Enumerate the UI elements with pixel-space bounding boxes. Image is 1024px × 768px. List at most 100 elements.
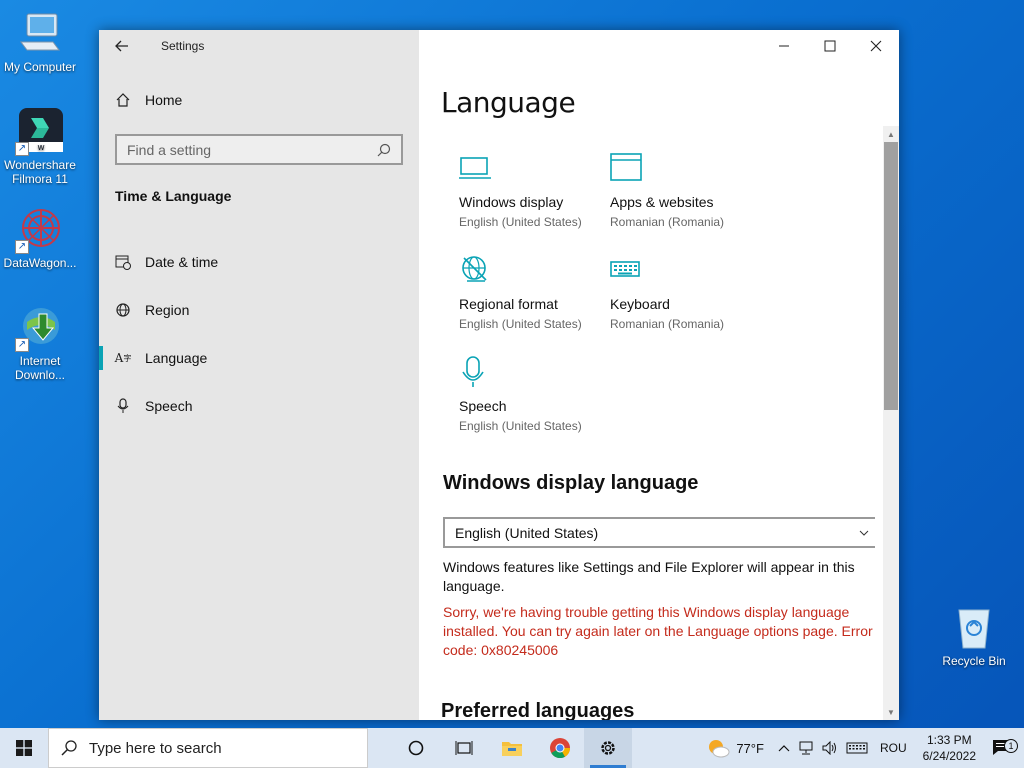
sidebar-item-language[interactable]: A字 Language <box>99 334 419 382</box>
sidebar-item-label: Region <box>145 302 190 318</box>
start-button[interactable] <box>0 728 48 768</box>
regional-format-icon <box>459 254 491 286</box>
shortcut-arrow-icon: ↗ <box>15 240 29 254</box>
tile-subtitle: English (United States) <box>459 419 582 433</box>
tile-keyboard[interactable]: Keyboard Romanian (Romania) <box>590 250 741 352</box>
desktop-icon-label: My Computer <box>3 60 77 74</box>
settings-sidebar: Settings Home Find a setting Time & Lang… <box>99 30 419 720</box>
chevron-up-icon <box>778 745 790 752</box>
desktop-icon-internet-download-manager[interactable]: ↗ Internet Downlo... <box>0 304 80 382</box>
display-language-heading: Windows display language <box>443 472 699 494</box>
tile-name: Apps & websites <box>610 194 714 210</box>
tile-speech[interactable]: Speech English (United States) <box>439 352 590 454</box>
sidebar-item-speech[interactable]: Speech <box>99 382 419 430</box>
taskbar-search-input[interactable]: Type here to search <box>48 728 368 768</box>
search-icon <box>61 740 77 756</box>
title-bar: Settings <box>99 30 419 62</box>
desktop-icon-datawagon[interactable]: ↗ DataWagon... <box>0 206 80 270</box>
chevron-down-icon <box>859 530 869 536</box>
sidebar-item-label: Language <box>145 350 208 366</box>
folder-icon <box>502 742 522 756</box>
task-view-button[interactable] <box>440 728 488 768</box>
notification-count-badge: 1 <box>1004 739 1018 753</box>
chrome-icon <box>550 738 571 759</box>
display-language-select[interactable]: English (United States) <box>443 517 875 548</box>
svg-text:w: w <box>37 143 44 153</box>
sidebar-item-label: Speech <box>145 398 193 414</box>
settings-window: Settings Home Find a setting Time & Lang… <box>99 30 899 720</box>
tile-apps-websites[interactable]: Apps & websites Romanian (Romania) <box>590 148 741 250</box>
settings-taskbar-button[interactable] <box>584 728 632 768</box>
tile-name: Keyboard <box>610 296 670 312</box>
task-view-icon <box>455 741 473 755</box>
maximize-button[interactable] <box>807 30 853 62</box>
system-tray: 77°F ROU 1:33 PM 6/24/2022 1 <box>702 728 1024 768</box>
browser-window-icon <box>610 152 642 184</box>
file-explorer-button[interactable] <box>488 728 536 768</box>
scroll-up-icon[interactable]: ▲ <box>883 126 899 142</box>
desktop-icon-label: Recycle Bin <box>942 654 1006 668</box>
datawagon-app-icon: ↗ <box>15 206 63 254</box>
tile-subtitle: English (United States) <box>459 317 582 331</box>
close-button[interactable] <box>853 30 899 62</box>
scrollbar-thumb[interactable] <box>884 142 898 410</box>
maximize-icon <box>824 40 836 52</box>
volume-button[interactable] <box>818 741 842 755</box>
window-controls <box>761 30 899 62</box>
back-arrow-icon <box>115 40 128 52</box>
keyboard-icon <box>610 254 642 286</box>
weather-temp: 77°F <box>736 740 764 756</box>
sidebar-item-region[interactable]: Region <box>99 286 419 334</box>
show-hidden-icons-button[interactable] <box>774 744 794 752</box>
weather-widget[interactable]: 77°F <box>702 738 774 758</box>
desktop-icon-filmora[interactable]: w ↗ Wondershare Filmora 11 <box>0 108 80 186</box>
taskbar: Type here to search 77°F ROU 1:33 PM 6/2… <box>0 728 1024 768</box>
language-tiles: Windows display English (United States) … <box>439 148 769 454</box>
language-icon: A字 <box>114 351 132 365</box>
sidebar-item-home[interactable]: Home <box>115 92 182 108</box>
search-placeholder: Find a setting <box>127 141 212 158</box>
preferred-languages-heading: Preferred languages <box>441 700 635 720</box>
scroll-down-icon[interactable]: ▼ <box>883 704 899 720</box>
speaker-icon <box>822 741 836 755</box>
clock-date: 6/24/2022 <box>922 749 976 763</box>
tile-name: Windows display <box>459 194 564 210</box>
back-button[interactable] <box>99 30 145 62</box>
search-input[interactable]: Find a setting <box>115 134 403 165</box>
monitor-icon <box>459 152 491 184</box>
settings-content: Language Windows display English (United… <box>419 30 899 720</box>
shortcut-arrow-icon: ↗ <box>15 338 29 352</box>
desktop-icon-label: Internet Downlo... <box>14 354 66 382</box>
chrome-button[interactable] <box>536 728 584 768</box>
network-button[interactable] <box>794 741 818 755</box>
action-center-button[interactable]: 1 <box>984 739 1024 757</box>
windows-logo-icon <box>16 740 32 756</box>
keyboard-icon <box>846 742 868 754</box>
search-icon <box>377 143 391 156</box>
computer-icon <box>17 10 63 56</box>
desktop-icon-my-computer[interactable]: My Computer <box>0 10 80 74</box>
shortcut-arrow-icon: ↗ <box>15 142 29 156</box>
sidebar-nav: Date & time Region A字 Language Speech <box>99 238 419 430</box>
microphone-icon <box>459 356 491 388</box>
display-language-description: Windows features like Settings and File … <box>443 559 855 594</box>
desktop-icon-label: DataWagon... <box>3 256 77 270</box>
tile-name: Regional format <box>459 296 558 312</box>
tile-subtitle: Romanian (Romania) <box>610 215 725 229</box>
clock[interactable]: 1:33 PM 6/24/2022 <box>915 732 984 764</box>
sidebar-item-date-time[interactable]: Date & time <box>99 238 419 286</box>
desktop-icon-recycle-bin[interactable]: Recycle Bin <box>934 604 1014 668</box>
input-language-indicator[interactable]: ROU <box>872 741 915 755</box>
clock-time: 1:33 PM <box>926 733 972 747</box>
section-title: Time & Language <box>115 188 232 204</box>
scrollbar[interactable]: ▲ ▼ <box>883 126 899 720</box>
cortana-button[interactable] <box>392 728 440 768</box>
touch-keyboard-button[interactable] <box>842 741 872 755</box>
minimize-button[interactable] <box>761 30 807 62</box>
tile-name: Speech <box>459 398 507 414</box>
cortana-circle-icon <box>408 740 424 756</box>
gear-icon <box>601 741 615 755</box>
tile-regional-format[interactable]: Regional format English (United States) <box>439 250 590 352</box>
tile-windows-display[interactable]: Windows display English (United States) <box>439 148 590 250</box>
weather-sun-cloud-icon <box>709 740 730 758</box>
